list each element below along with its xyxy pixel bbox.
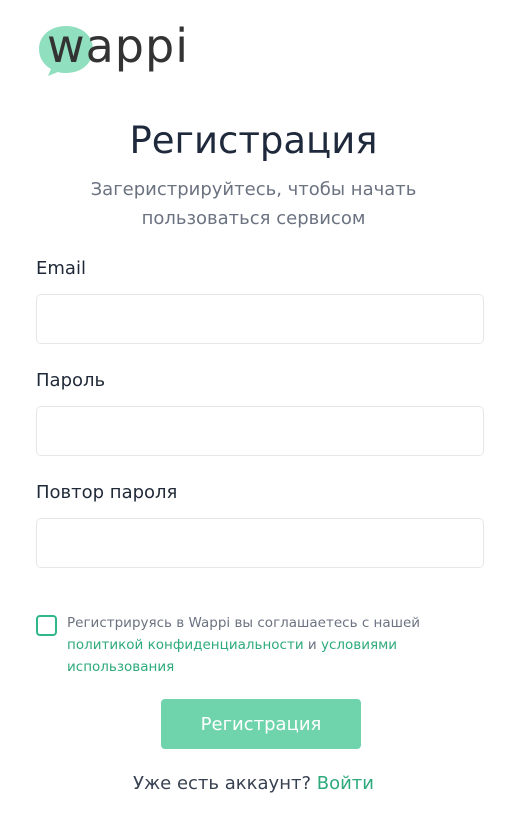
email-field[interactable]	[36, 294, 484, 344]
logo-text: wappi	[47, 19, 189, 73]
consent-and-text: и	[303, 637, 321, 653]
page-subtitle: Загеристрируйтесь, чтобы начать пользова…	[90, 179, 417, 229]
password-repeat-field[interactable]	[36, 518, 484, 568]
consent-checkbox[interactable]	[36, 615, 57, 636]
privacy-policy-link[interactable]: политикой конфиденциальности	[67, 637, 304, 653]
login-prompt: Уже есть аккаунт? Войти	[0, 770, 507, 798]
password-field[interactable]	[36, 406, 484, 456]
wappi-logo[interactable]: wappi	[36, 19, 196, 78]
password-repeat-label: Повтор пароля	[36, 482, 178, 503]
login-link[interactable]: Войти	[317, 773, 374, 794]
consent-text-prefix: Регистрируясь в Wappi вы соглашаетесь с …	[67, 615, 421, 631]
password-label: Пароль	[36, 370, 106, 391]
email-label: Email	[36, 258, 86, 279]
page-title: Регистрация	[129, 119, 378, 162]
has-account-text: Уже есть аккаунт?	[132, 773, 317, 794]
register-button[interactable]: Регистрация	[161, 699, 361, 749]
registration-page: wappi Регистрация Загеристрируйтесь, что…	[0, 0, 507, 825]
consent-text: Регистрируясь в Wappi вы соглашаетесь с …	[67, 612, 467, 678]
